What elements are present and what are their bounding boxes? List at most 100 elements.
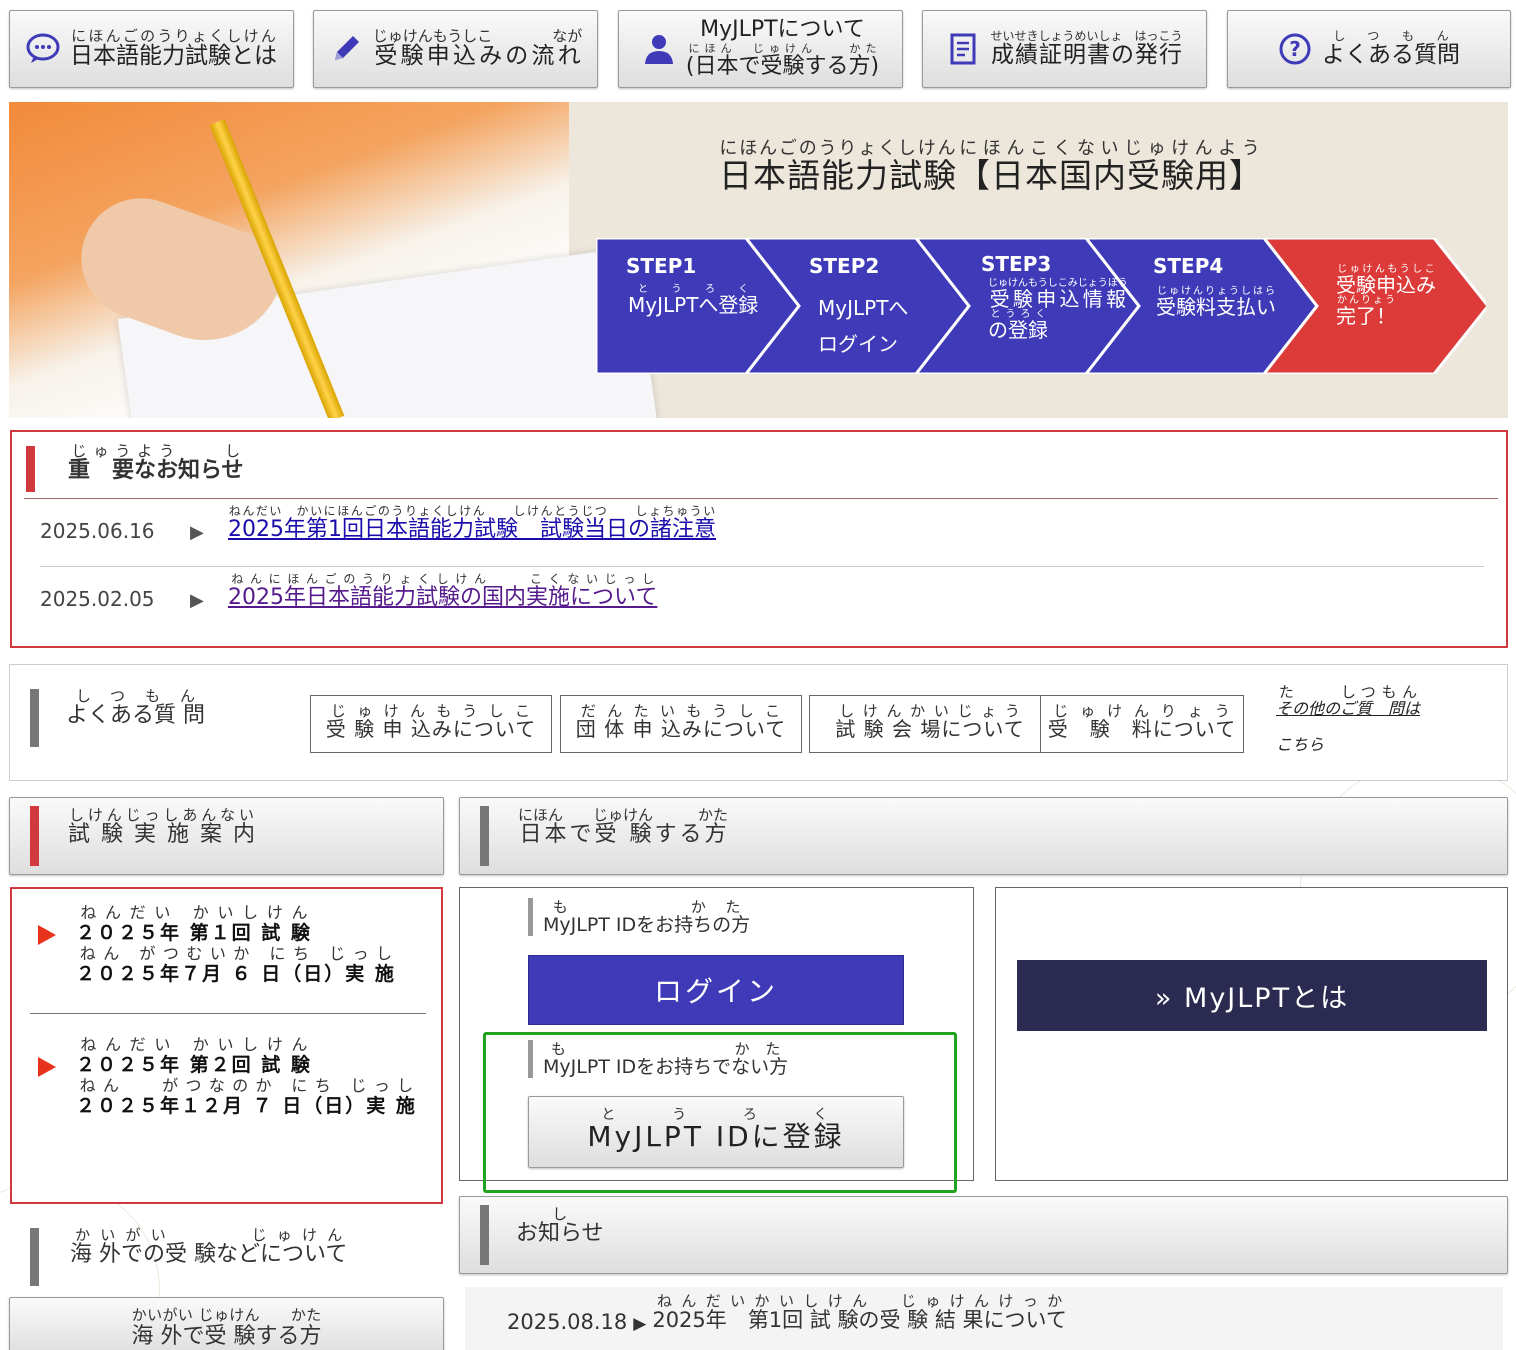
complete-text-1: 受験申込み — [1336, 273, 1436, 297]
about-myjlpt-button[interactable]: » MyJLPTとは — [1017, 960, 1487, 1031]
notice-link[interactable]: 2025年日本語能力試験の国内実施についてねんにほんごのうりょくしけん こくない… — [228, 572, 657, 611]
nav-application-flow-button[interactable]: 受験申込みの流れじゅけんもうしこ なが — [313, 10, 598, 88]
nav-faq-label: よくある質問 — [1322, 41, 1460, 68]
speech-bubble-icon — [26, 33, 60, 63]
news-title: お知らせ — [516, 1221, 604, 1246]
ruby-text: じゅけんもうしこみじょうほう — [988, 278, 1128, 289]
ruby-text: せいせきしょうめいしょ はっこう — [990, 28, 1183, 43]
important-notice-heading: 重 要なお知らせじゅうよう し — [68, 442, 244, 484]
step3-label: STEP3 — [981, 252, 1052, 276]
faq-other-link[interactable]: その他のご質 問はた しつもん こちら — [1276, 683, 1420, 755]
divider — [30, 1013, 426, 1014]
step2-text-1: MyJLPTへ — [818, 296, 909, 320]
ruby-text: ねんにほんごのうりょくしけん こくないじっし — [228, 572, 658, 586]
ruby-text: ねんだい かいにほんごのうりょくしけん しけんとうじつ しょちゅうい — [228, 504, 716, 518]
faq-category-fee[interactable]: 受 験 料についてじゅけんりょう — [1040, 695, 1244, 753]
notice-link-text: 2025年第1回日本語能力試験 試験当日の諸注意 — [228, 517, 716, 542]
faq-title: よくある質 問 — [66, 703, 205, 728]
has-id-label: MyJLPT IDをお持ちの方も かた — [528, 898, 750, 936]
document-icon — [950, 33, 976, 65]
ruby-text: しけんかいじょう — [835, 702, 1025, 720]
important-notice-title: 重 要なお知らせ — [68, 458, 244, 483]
nav-flow-label: 受験申込みの流れ — [372, 43, 583, 70]
ruby-text: ねんだい かいしけん — [76, 1035, 312, 1054]
section-bar — [480, 806, 489, 866]
ruby-text: にほんこくないじゅけんよう — [957, 138, 1263, 159]
section-bar — [30, 689, 39, 747]
hero-banner: 日本語能力試験にほんごのうりょくしけん【日本国内受験用】にほんこくないじゅけんよ… — [9, 102, 1508, 418]
red-triangle-icon — [38, 925, 56, 945]
step4-text: 受験料支払い — [1156, 295, 1276, 319]
exam-schedule-item: ２０２５年 第２回 試 験ねんだい かいしけん ２０２５年１２月 ７ 日（日）実… — [76, 1035, 417, 1117]
faq-other-here: こちら — [1276, 735, 1325, 754]
has-id-text: MyJLPT IDをお持ちの方 — [543, 914, 751, 936]
ruby-text: しけんじっしあんない — [68, 806, 257, 824]
step3-text-1: 受験申込情報 — [988, 287, 1128, 311]
japan-examinee-heading: 日本で受 験する方にほん じゅけん かた — [459, 797, 1508, 875]
user-icon — [644, 35, 673, 64]
login-button-label: ログイン — [653, 975, 778, 1008]
ruby-text: た しつもん — [1276, 683, 1421, 701]
arrow-right-icon: ▶ — [633, 1314, 647, 1334]
faq-category-group[interactable]: 団 体 申 込みについてだんたいもうしこ — [560, 695, 802, 753]
hero-title: 日本語能力試験にほんごのうりょくしけん【日本国内受験用】にほんこくないじゅけんよ… — [719, 138, 1263, 197]
arrow-right-icon: ▶ — [190, 522, 204, 543]
faq-panel: よくある質 問しつもん 受 験 申 込みについてじゅけんもうしこ 団 体 申 込… — [9, 664, 1508, 781]
exam-schedule-heading: 試 験 実 施 案 内しけんじっしあんない — [9, 797, 444, 875]
notice-date: 2025.06.16 — [40, 519, 155, 543]
notice-link-text: 2025年日本語能力試験の国内実施について — [228, 585, 658, 610]
news-date: 2025.08.18 — [507, 1310, 628, 1334]
exam-name: ２０２５年 第１回 試 験 — [76, 922, 312, 944]
exam-schedule-panel: ２０２５年 第１回 試 験ねんだい かいしけん ２０２５年７月 ６ 日（日）実 … — [10, 887, 443, 1204]
overseas-button[interactable]: 海 外で受 験する方かいがい じゅけん かた — [9, 1297, 444, 1350]
question-icon: ? — [1279, 33, 1311, 65]
nav-about-label: 日本語能力試験とは — [70, 43, 277, 70]
exam-date: ２０２５年１２月 ７ 日（日）実 施 — [76, 1094, 417, 1117]
section-bar — [30, 1228, 39, 1286]
ruby-text: とうろく — [628, 284, 759, 295]
nav-myjlpt-line1: MyJLPTについて — [700, 17, 865, 43]
hero-title-sub: 【日本国内受験用】 — [957, 156, 1263, 195]
nav-myjlpt-line2: (日本で受験する方) — [685, 54, 880, 80]
step-flow: STEP1 MyJLPTへ登録とうろく STEP2 MyJLPTへ ログイン ST… — [596, 238, 1486, 374]
ruby-text: じゅけんりょう — [1047, 702, 1237, 720]
step1-label: STEP1 — [626, 254, 697, 278]
notice-link[interactable]: 2025年第1回日本語能力試験 試験当日の諸注意ねんだい かいにほんごのうりょく… — [228, 504, 716, 543]
nav-faq-button[interactable]: ? よくある質問しつもん — [1227, 10, 1511, 88]
section-bar — [30, 806, 39, 866]
faq-category-application[interactable]: 受 験 申 込みについてじゅけんもうしこ — [310, 695, 552, 753]
ruby-text: しつもん — [1322, 28, 1460, 43]
notice-date: 2025.02.05 — [40, 587, 155, 611]
faq-other-text: その他のご質 問は — [1276, 699, 1421, 718]
ruby-text: にほんごのうりょくしけん — [70, 27, 277, 46]
ruby-text: とうろく — [988, 309, 1048, 320]
exam-schedule-title: 試 験 実 施 案 内 — [68, 822, 257, 847]
ruby-text: ねん がつなのか にち じっし — [76, 1075, 417, 1095]
nav-certificate-label: 成績証明書の発行 — [990, 41, 1183, 68]
nav-about-jlpt-button[interactable]: 日本語能力試験とはにほんごのうりょくしけん — [9, 10, 294, 88]
highlight-frame — [483, 1032, 957, 1193]
ruby-text: かいがい じゅけん — [70, 1226, 348, 1244]
news-row[interactable]: 2025.08.18 ▶ 2025年 第1回 試 験の受 験 結 果についてねん… — [465, 1287, 1503, 1350]
hero-title-main: 日本語能力試験 — [719, 156, 957, 195]
nav-certificate-button[interactable]: 成績証明書の発行せいせきしょうめいしょ はっこう — [922, 10, 1207, 88]
about-myjlpt-label: » MyJLPTとは — [1154, 983, 1350, 1014]
divider — [40, 566, 1484, 567]
faq-category-label: 受 験 申 込みについて — [325, 717, 537, 741]
exam-date: ２０２５年７月 ６ 日（日）実 施 — [76, 962, 396, 985]
ruby-text: じゅけんもうしこ — [1336, 264, 1436, 275]
ruby-text: ねん がつむいか にち じっし — [76, 943, 396, 963]
ruby-text: じゅけんもうしこ — [325, 702, 537, 720]
notice-row: 2025.06.16 ▶ 2025年第1回日本語能力試験 試験当日の諸注意ねんだ… — [40, 504, 716, 543]
ruby-text: かいがい じゅけん かた — [131, 1306, 322, 1324]
news-heading: お知らせし — [459, 1196, 1508, 1274]
ruby-text: にほん じゅけん かた — [518, 806, 729, 824]
exam-schedule-item: ２０２５年 第１回 試 験ねんだい かいしけん ２０２５年７月 ６ 日（日）実 … — [76, 903, 396, 985]
section-bar — [26, 446, 35, 492]
faq-category-venue[interactable]: 試 験 会 場についてしけんかいじょう — [809, 695, 1051, 753]
japan-examinee-title: 日本で受 験する方 — [518, 822, 729, 847]
ruby-text: し — [516, 1205, 604, 1223]
nav-myjlpt-button[interactable]: MyJLPTについて (日本で受験する方)にほん じゅけん かた — [618, 10, 903, 88]
ruby-text: ねんだい かいしけん — [76, 903, 312, 922]
login-button[interactable]: ログイン — [528, 955, 904, 1025]
